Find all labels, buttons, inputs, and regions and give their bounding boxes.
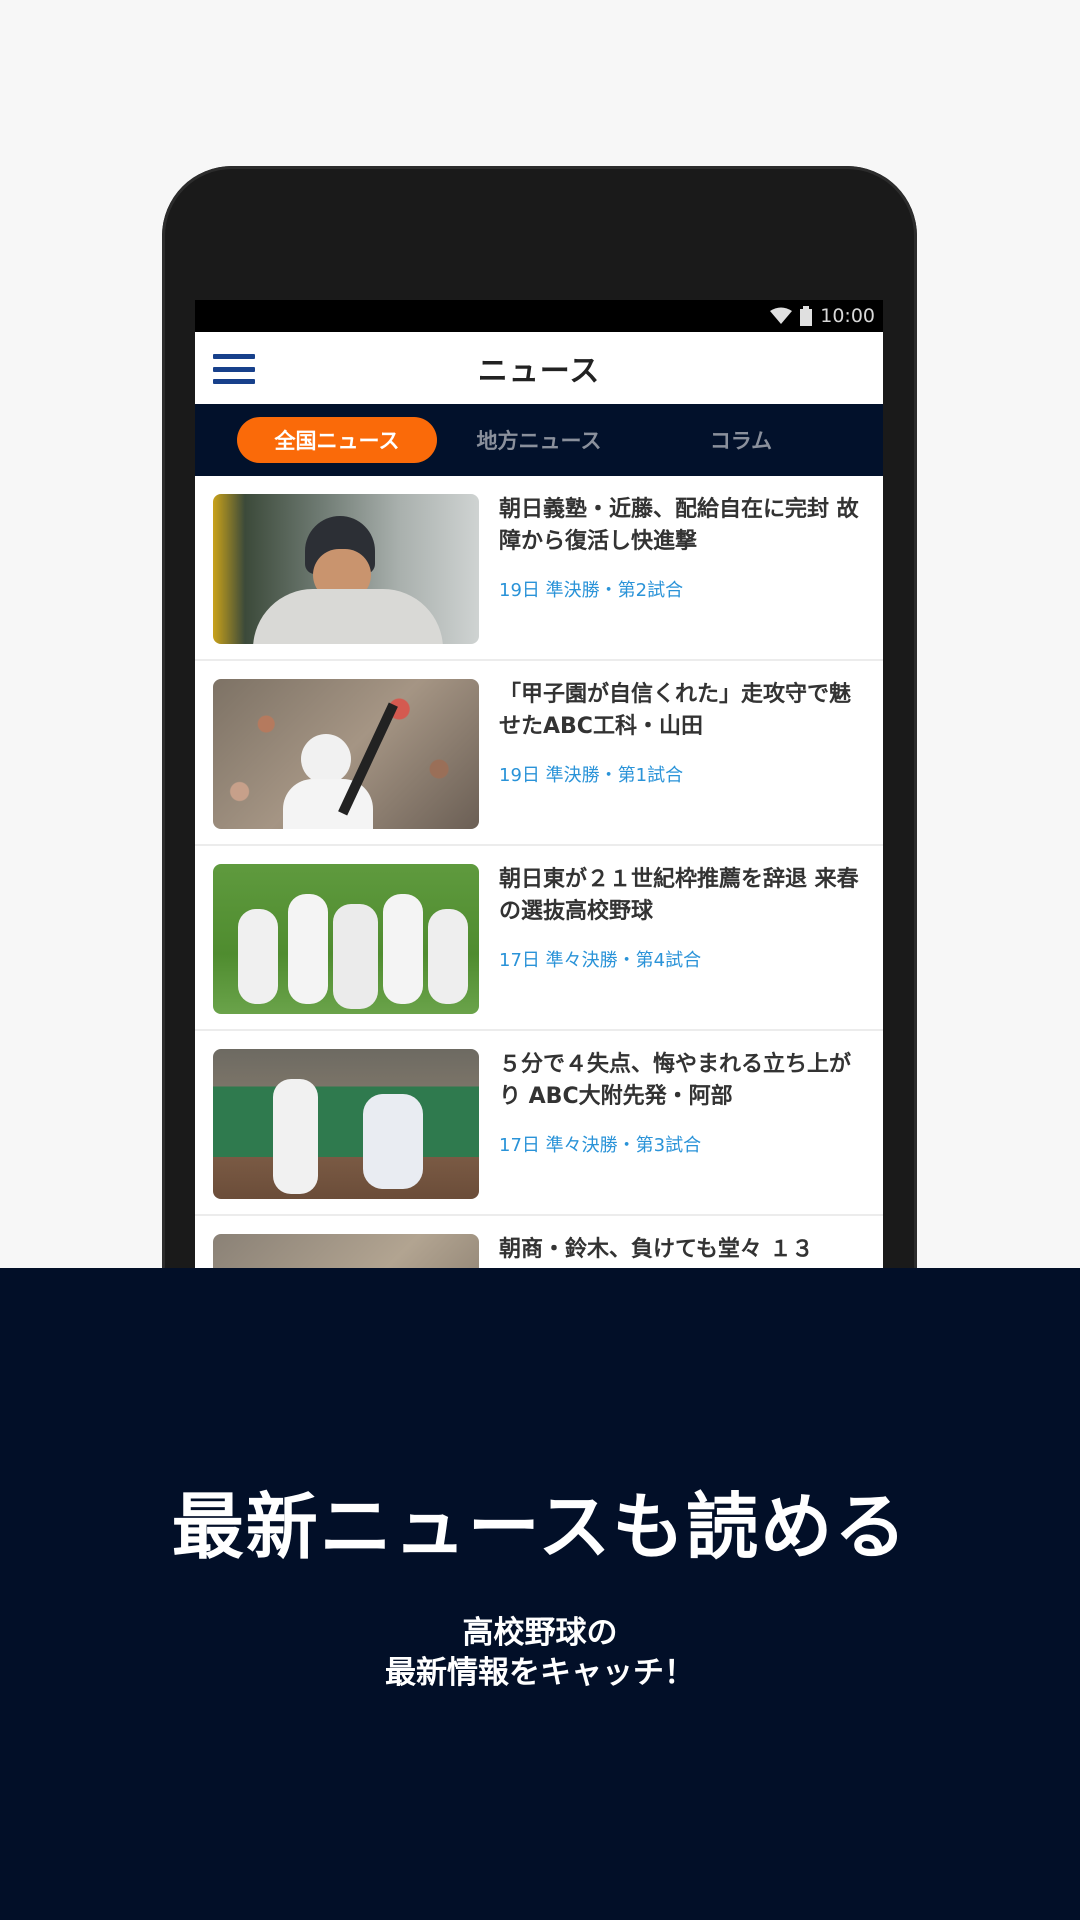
- news-item[interactable]: ５分で４失点、悔やまれる立ち上がり ABC大附先発・阿部 17日 準々決勝・第3…: [195, 1031, 883, 1216]
- news-item[interactable]: 朝商・鈴木、負けても堂々 １３: [195, 1216, 883, 1270]
- news-headline: 朝日義塾・近藤、配給自在に完封 故障から復活し快進撃: [499, 497, 859, 554]
- hamburger-menu-icon[interactable]: [213, 354, 255, 384]
- news-meta: 19日 準決勝・第2試合: [499, 580, 684, 601]
- news-item[interactable]: 朝日義塾・近藤、配給自在に完封 故障から復活し快進撃 19日 準決勝・第2試合: [195, 476, 883, 661]
- news-item[interactable]: 「甲子園が自信くれた」走攻守で魅せたABC工科・山田 19日 準決勝・第1試合: [195, 661, 883, 846]
- news-thumbnail: [213, 1234, 479, 1270]
- tab-column[interactable]: コラム: [641, 417, 841, 463]
- news-thumbnail: [213, 494, 479, 644]
- news-headline: 「甲子園が自信くれた」走攻守で魅せたABC工科・山田: [499, 682, 852, 739]
- news-list: 朝日義塾・近藤、配給自在に完封 故障から復活し快進撃 19日 準決勝・第2試合 …: [195, 476, 883, 1270]
- news-item[interactable]: 朝日東が２１世紀枠推薦を辞退 来春の選抜高校野球 17日 準々決勝・第4試合: [195, 846, 883, 1031]
- news-meta: 17日 準々決勝・第3試合: [499, 1135, 702, 1156]
- news-meta: 17日 準々決勝・第4試合: [499, 950, 702, 971]
- news-meta: 19日 準決勝・第1試合: [499, 765, 684, 786]
- wifi-icon: [770, 307, 793, 324]
- news-headline: 朝日東が２１世紀枠推薦を辞退 来春の選抜高校野球: [499, 867, 859, 924]
- battery-icon: [800, 306, 813, 326]
- promo-subtitle-line2: 最新情報をキャッチ！: [385, 1655, 695, 1691]
- news-headline: ５分で４失点、悔やまれる立ち上がり ABC大附先発・阿部: [499, 1052, 852, 1109]
- promo-subtitle-line1: 高校野球の: [462, 1615, 618, 1651]
- page-title: ニュース: [477, 354, 601, 389]
- tab-regional-news[interactable]: 地方ニュース: [439, 417, 639, 463]
- news-thumbnail: [213, 679, 479, 829]
- status-time: 10:00: [820, 305, 875, 327]
- promo-title: 最新ニュースも読める: [171, 1485, 909, 1569]
- promo-subtitle: 高校野球の 最新情報をキャッチ！: [0, 1613, 1080, 1693]
- status-bar: 10:00: [195, 300, 883, 332]
- news-thumbnail: [213, 864, 479, 1014]
- app-bar: ニュース: [195, 332, 883, 404]
- phone-screen: 10:00 ニュース 全国ニュース 地方ニュース コラム 朝日義塾・近藤、配給自…: [195, 300, 883, 1270]
- news-headline: 朝商・鈴木、負けても堂々 １３: [499, 1237, 814, 1262]
- news-thumbnail: [213, 1049, 479, 1199]
- tab-national-news[interactable]: 全国ニュース: [237, 417, 437, 463]
- promo-banner: 最新ニュースも読める 高校野球の 最新情報をキャッチ！: [0, 1268, 1080, 1920]
- tab-bar: 全国ニュース 地方ニュース コラム: [195, 404, 883, 476]
